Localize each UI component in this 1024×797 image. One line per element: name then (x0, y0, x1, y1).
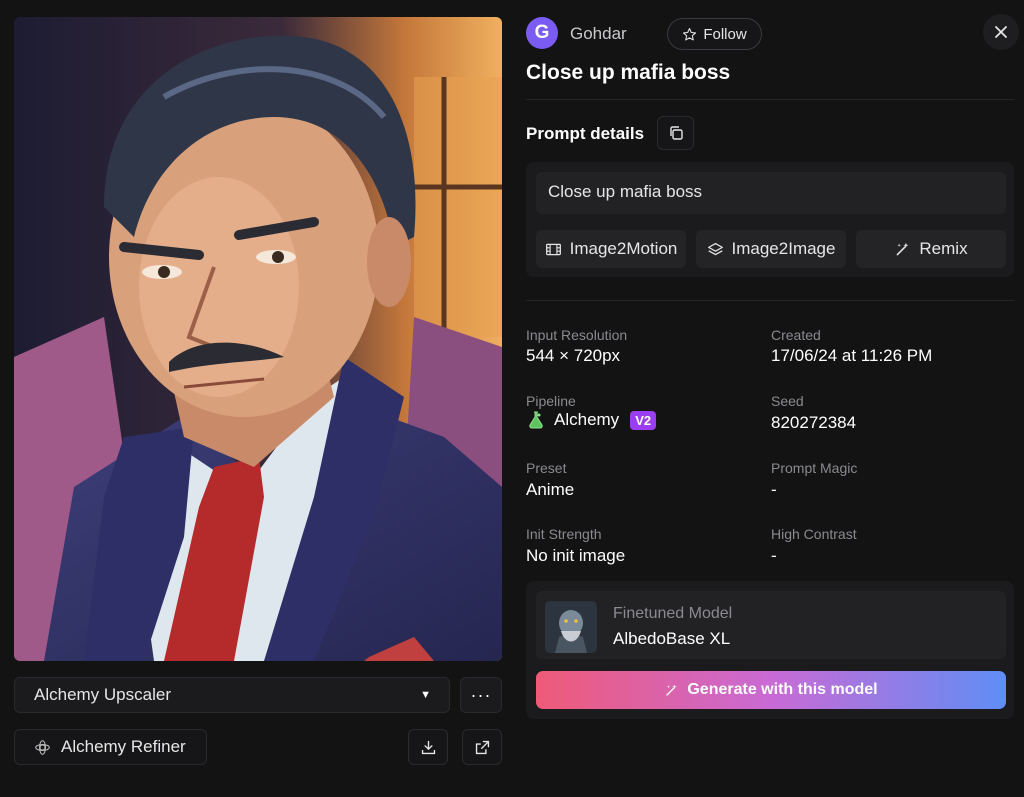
init-strength-value: No init image (526, 546, 626, 565)
created-value: 17/06/24 at 11:26 PM (771, 346, 933, 365)
divider (526, 99, 1014, 100)
generate-label: Generate with this model (687, 681, 878, 698)
wand-icon (666, 684, 678, 696)
remix-button[interactable]: Remix (856, 230, 1006, 268)
close-icon (995, 26, 1007, 38)
refiner-label: Alchemy Refiner (61, 737, 186, 756)
seed-label: Seed (771, 393, 804, 409)
model-box: Finetuned Model AlbedoBase XL Generate w… (526, 581, 1014, 719)
prompt-box: Close up mafia boss Image2Motion Image2I… (526, 162, 1014, 277)
preset-label: Preset (526, 460, 567, 476)
divider (526, 300, 1014, 301)
chevron-down-icon: ▼ (420, 689, 431, 701)
download-icon (421, 740, 435, 754)
input-resolution-label: Input Resolution (526, 327, 628, 343)
created-label: Created (771, 327, 821, 343)
version-badge: V2 (630, 410, 657, 430)
flask-icon (529, 411, 543, 429)
prompt-magic-label: Prompt Magic (771, 460, 858, 476)
refiner-icon (35, 739, 50, 755)
more-icon: ··· (470, 684, 492, 705)
pipeline-value: Alchemy V2 (526, 410, 657, 430)
more-options-button[interactable]: ··· (460, 677, 502, 713)
model-card[interactable]: Finetuned Model AlbedoBase XL (536, 591, 1006, 659)
username[interactable]: Gohdar (570, 24, 627, 44)
external-link-icon (475, 740, 489, 754)
prompt-magic-value: - (771, 480, 777, 499)
wand-icon (897, 242, 909, 255)
model-name: AlbedoBase XL (613, 629, 731, 648)
upscaler-label: Alchemy Upscaler (34, 685, 171, 704)
image2motion-button[interactable]: Image2Motion (536, 230, 686, 268)
model-thumbnail (545, 601, 597, 653)
generate-with-model-button[interactable]: Generate with this model (536, 671, 1006, 709)
copy-icon (669, 126, 683, 140)
high-contrast-label: High Contrast (771, 526, 857, 542)
follow-label: Follow (703, 25, 747, 43)
preset-value: Anime (526, 480, 575, 499)
image2image-label: Image2Image (731, 239, 836, 258)
generated-image[interactable] (14, 17, 502, 661)
page-title: Close up mafia boss (526, 61, 731, 84)
avatar-letter: G (534, 22, 550, 43)
prompt-text: Close up mafia boss (536, 172, 1006, 214)
film-icon (545, 243, 561, 255)
remix-label: Remix (919, 239, 968, 258)
pipeline-name: Alchemy (554, 410, 620, 429)
open-external-button[interactable] (462, 729, 502, 765)
init-strength-label: Init Strength (526, 526, 602, 542)
pipeline-label: Pipeline (526, 393, 576, 409)
follow-button[interactable]: Follow (667, 18, 762, 50)
avatar[interactable]: G (526, 17, 558, 49)
high-contrast-value: - (771, 546, 777, 565)
prompt-details-heading: Prompt details (526, 124, 645, 143)
alchemy-refiner-button[interactable]: Alchemy Refiner (14, 729, 207, 765)
copy-prompt-button[interactable] (657, 116, 694, 150)
image2image-button[interactable]: Image2Image (696, 230, 846, 268)
layers-icon (707, 242, 723, 255)
input-resolution-value: 544 × 720px (526, 346, 621, 365)
close-button[interactable] (983, 14, 1019, 50)
seed-value: 820272384 (771, 413, 857, 432)
star-icon (683, 27, 697, 40)
download-button[interactable] (408, 729, 448, 765)
upscaler-dropdown[interactable]: Alchemy Upscaler ▼ (14, 677, 450, 713)
model-type-label: Finetuned Model (613, 605, 733, 622)
image2motion-label: Image2Motion (569, 239, 678, 258)
